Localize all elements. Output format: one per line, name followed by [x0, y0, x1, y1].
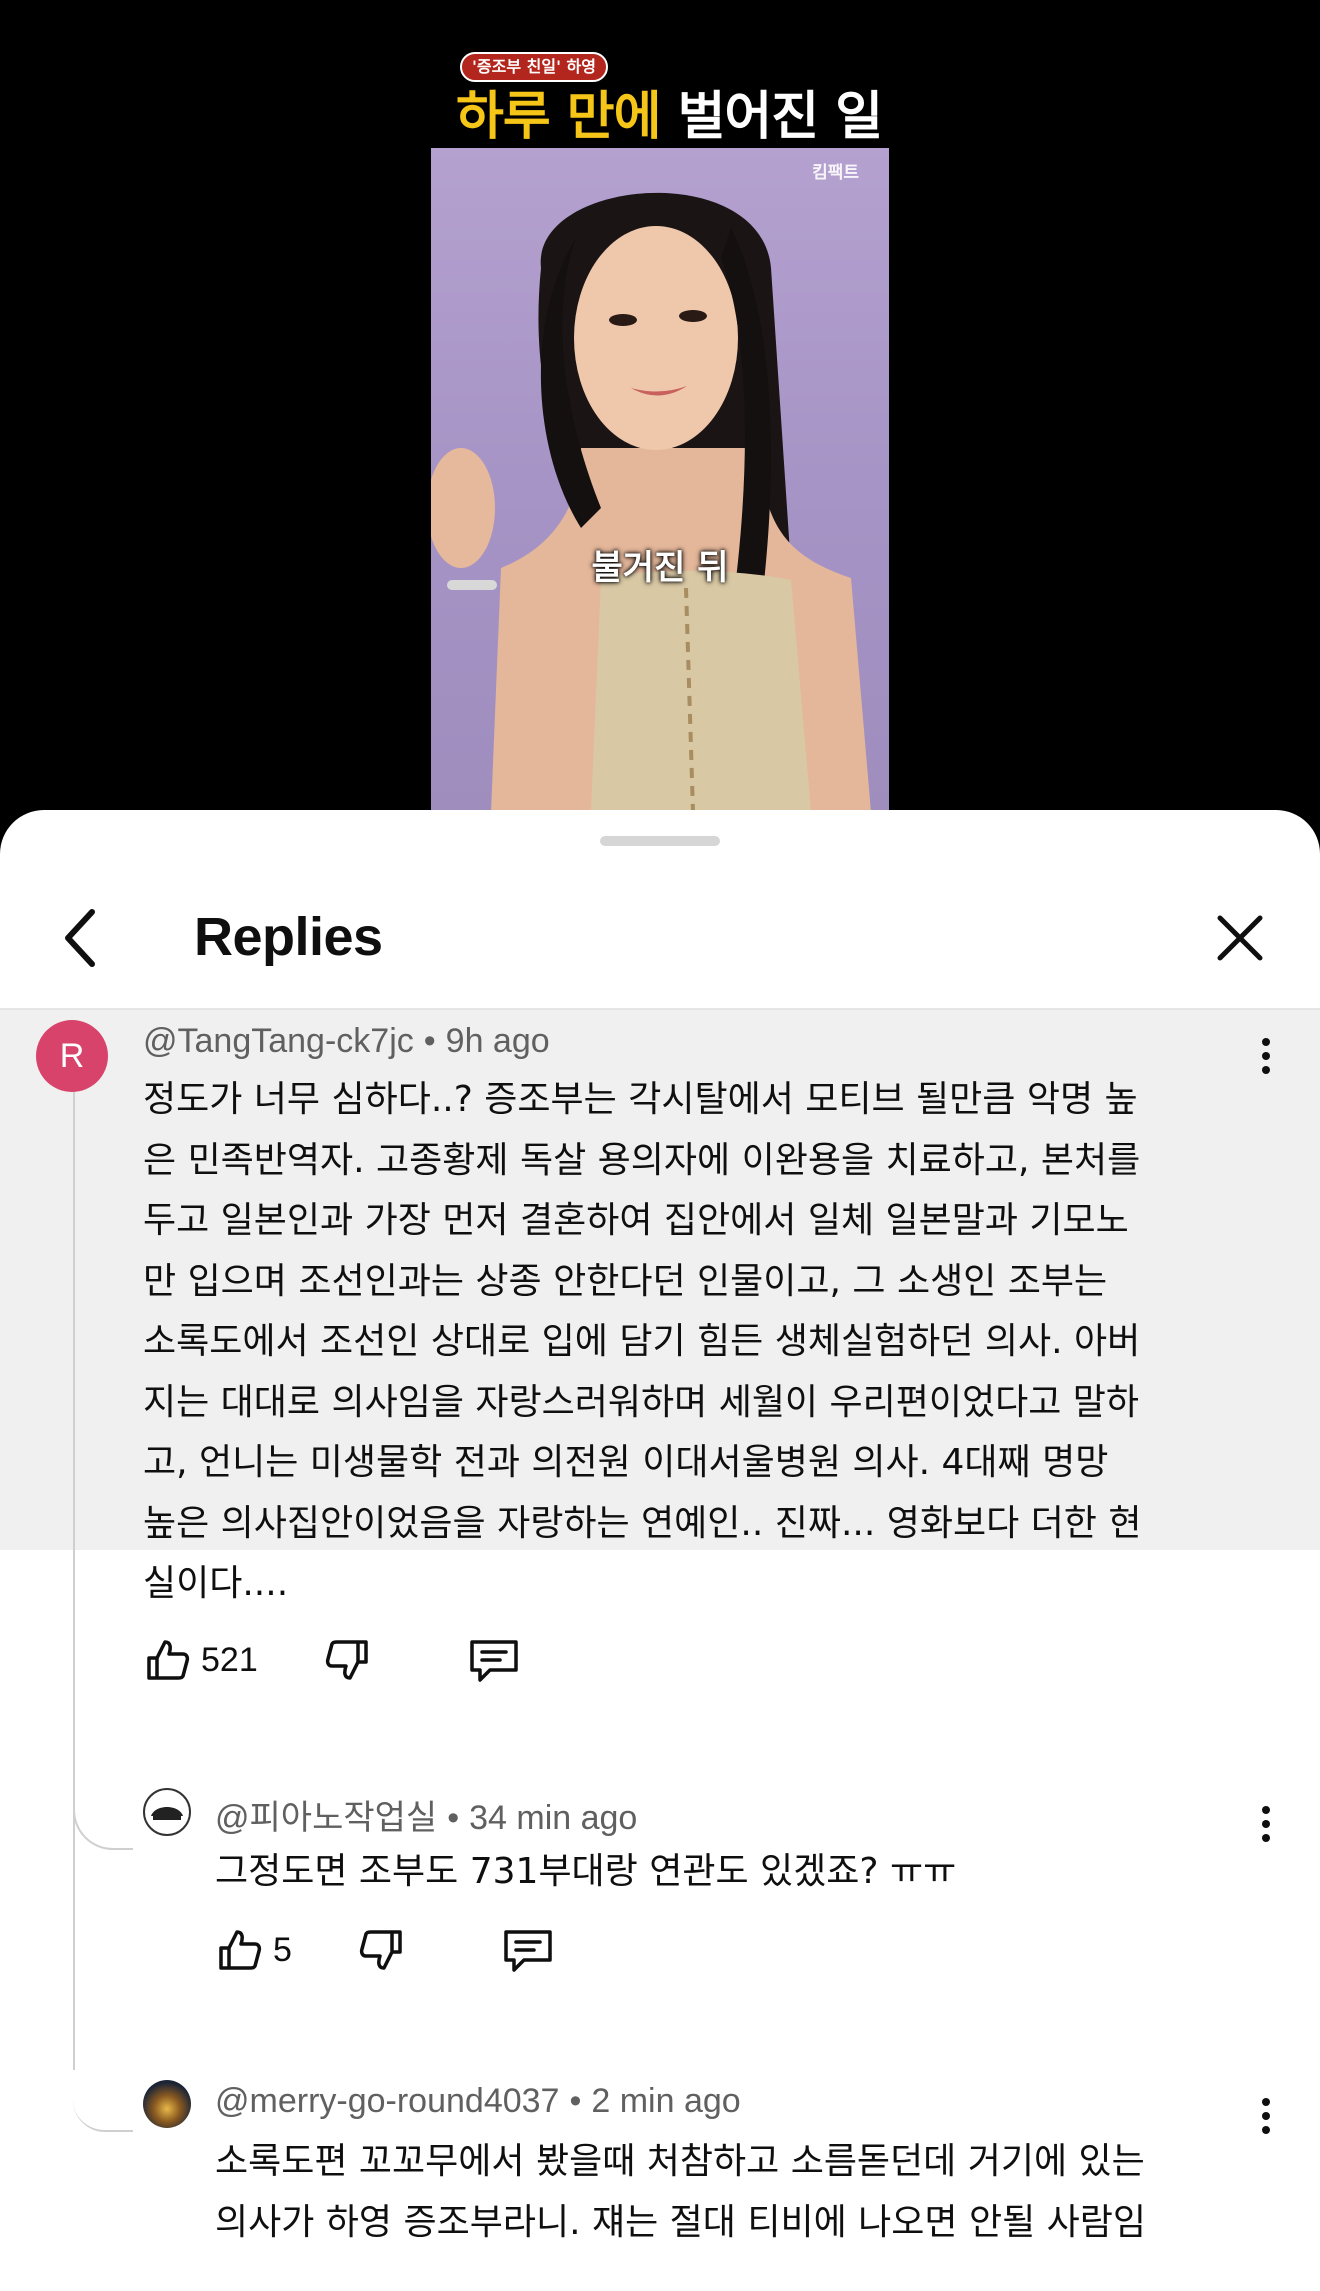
comment-line: 지는 대대로 의사임을 자랑스러워하며 세월이 우리편이었다고 말하	[143, 1381, 1140, 1423]
more-options-button[interactable]	[1260, 1038, 1272, 1074]
sheet-title: Replies	[194, 907, 383, 967]
comment-meta: @피아노작업실 • 34 min ago	[215, 1790, 637, 1839]
more-options-button[interactable]	[1260, 2098, 1272, 2134]
more-dot	[1262, 1834, 1270, 1842]
replies-sheet: Replies R @TangTang-ck7jc • 9h ago 정도가 너무 …	[0, 810, 1320, 2291]
video-player[interactable]: '증조부 친일' 하영 하루 만에 벌어진 일 킴팩트 불거진 뒤	[0, 0, 1320, 812]
comment-author[interactable]: @TangTang-ck7jc	[143, 1022, 414, 1060]
more-vertical-icon	[1262, 2098, 1270, 2106]
comment-time: 34 min ago	[469, 1799, 638, 1837]
video-headline-rest: 벌어진 일	[677, 87, 883, 147]
more-dot	[1262, 1820, 1270, 1828]
meta-separator: •	[447, 1799, 460, 1837]
comment-line: 실이다....	[143, 1563, 289, 1604]
more-dot	[1262, 2126, 1270, 2134]
more-dot	[1262, 1066, 1270, 1074]
close-icon	[1217, 915, 1263, 961]
comment-actions: 5	[215, 1920, 554, 1980]
reply-button[interactable]	[502, 1920, 554, 1980]
comment-time: 2 min ago	[591, 2082, 741, 2120]
comment-line: 높은 의사집안이었음을 자랑하는 연예인.. 진짜... 영화보다 더한 현	[143, 1502, 1142, 1544]
more-dot	[1262, 2112, 1270, 2120]
thumbs-down-icon	[325, 1640, 368, 1680]
comment-meta: @TangTang-ck7jc • 9h ago	[143, 1022, 550, 1061]
like-count: 5	[273, 1930, 292, 1969]
chevron-left-icon	[65, 909, 95, 967]
comment-line: 은 민족반역자. 고종황제 독살 용의자에 이완용을 치료하고, 본처를	[143, 1139, 1141, 1181]
dislike-button[interactable]	[358, 1920, 406, 1980]
sheet-header: Replies	[0, 870, 1320, 1000]
more-options-button[interactable]	[1260, 1806, 1272, 1842]
video-watermark: 킴팩트	[812, 163, 859, 183]
more-dot	[1262, 1052, 1270, 1060]
meta-separator: •	[423, 1022, 436, 1060]
comment-text: 소록도편 꼬꼬무에서 봤을때 처참하고 소름돋던데 거기에 있는 의사가 하영 …	[215, 2132, 1255, 2253]
comment-text: 그정도면 조부도 731부대랑 연관도 있겠죠? ㅠㅠ	[215, 1842, 1255, 1903]
like-button[interactable]: 5	[215, 1920, 292, 1980]
more-vertical-icon	[1262, 1806, 1270, 1814]
video-still-illustration	[431, 192, 871, 812]
meta-separator: •	[569, 2082, 582, 2120]
video-caption: 불거진 뒤	[591, 548, 729, 588]
video-badge: '증조부 친일' 하영	[460, 52, 608, 82]
comment-line: 소록도에서 조선인 상대로 입에 담기 힘든 생체실험하던 의사. 아버	[143, 1321, 1141, 1362]
reply-button[interactable]	[468, 1630, 520, 1690]
comment-icon	[504, 1930, 552, 1972]
dislike-button[interactable]	[324, 1630, 372, 1690]
comment-line: 정도가 너무 심하다..? 증조부는 각시탈에서 모티브 될만큼 악명 높	[143, 1079, 1138, 1120]
comment-icon	[469, 1640, 518, 1682]
thumbs-up-icon	[219, 1930, 262, 1970]
thread-connector	[73, 2100, 133, 2132]
more-vertical-icon	[1262, 1038, 1270, 1046]
like-button[interactable]: 521	[143, 1630, 258, 1690]
comment-line: 만 입으며 조선인과는 상종 안한다던 인물이고, 그 소생인 조부는	[143, 1260, 1108, 1302]
thumbs-up-icon	[147, 1640, 190, 1680]
comment-author[interactable]: @merry-go-round4037	[215, 2082, 559, 2120]
comment-author[interactable]: @피아노작업실	[215, 1799, 437, 1837]
thumbs-down-icon	[359, 1930, 402, 1970]
thread-line	[73, 1070, 75, 2070]
comment-actions: 521	[143, 1630, 520, 1690]
comment-line: 고, 언니는 미생물학 전과 의전원 이대서울병원 의사. 4대째 명망	[143, 1442, 1109, 1483]
comment-line: 그정도면 조부도 731부대랑 연관도 있겠죠? ㅠㅠ	[215, 1851, 957, 1892]
video-headline: 하루 만에 벌어진 일	[456, 84, 883, 150]
video-frame: 킴팩트 불거진 뒤	[431, 148, 889, 812]
video-headline-highlight: 하루 만에	[456, 87, 661, 147]
like-count: 521	[201, 1640, 258, 1679]
avatar[interactable]	[143, 1788, 191, 1836]
thread-connector	[73, 1810, 133, 1850]
comment-line: 소록도편 꼬꼬무에서 봤을때 처참하고 소름돋던데 거기에 있는	[215, 2141, 1145, 2182]
comment-text: 정도가 너무 심하다..? 증조부는 각시탈에서 모티브 될만큼 악명 높 은 …	[143, 1070, 1243, 1615]
comment-meta: @merry-go-round4037 • 2 min ago	[215, 2082, 741, 2121]
comment-time: 9h ago	[445, 1022, 550, 1060]
avatar[interactable]: R	[36, 1020, 108, 1092]
close-button[interactable]	[1212, 910, 1268, 966]
comment-line: 두고 일본인과 가장 먼저 결혼하여 집안에서 일체 일본말과 기모노	[143, 1200, 1129, 1241]
comment-line: 의사가 하영 증조부라니. 쟤는 절대 티비에 나오면 안될 사람임	[215, 2201, 1146, 2243]
piano-avatar-icon	[151, 1807, 183, 1820]
avatar[interactable]	[143, 2080, 191, 2128]
drag-handle[interactable]	[600, 836, 720, 846]
back-button[interactable]	[52, 909, 108, 967]
